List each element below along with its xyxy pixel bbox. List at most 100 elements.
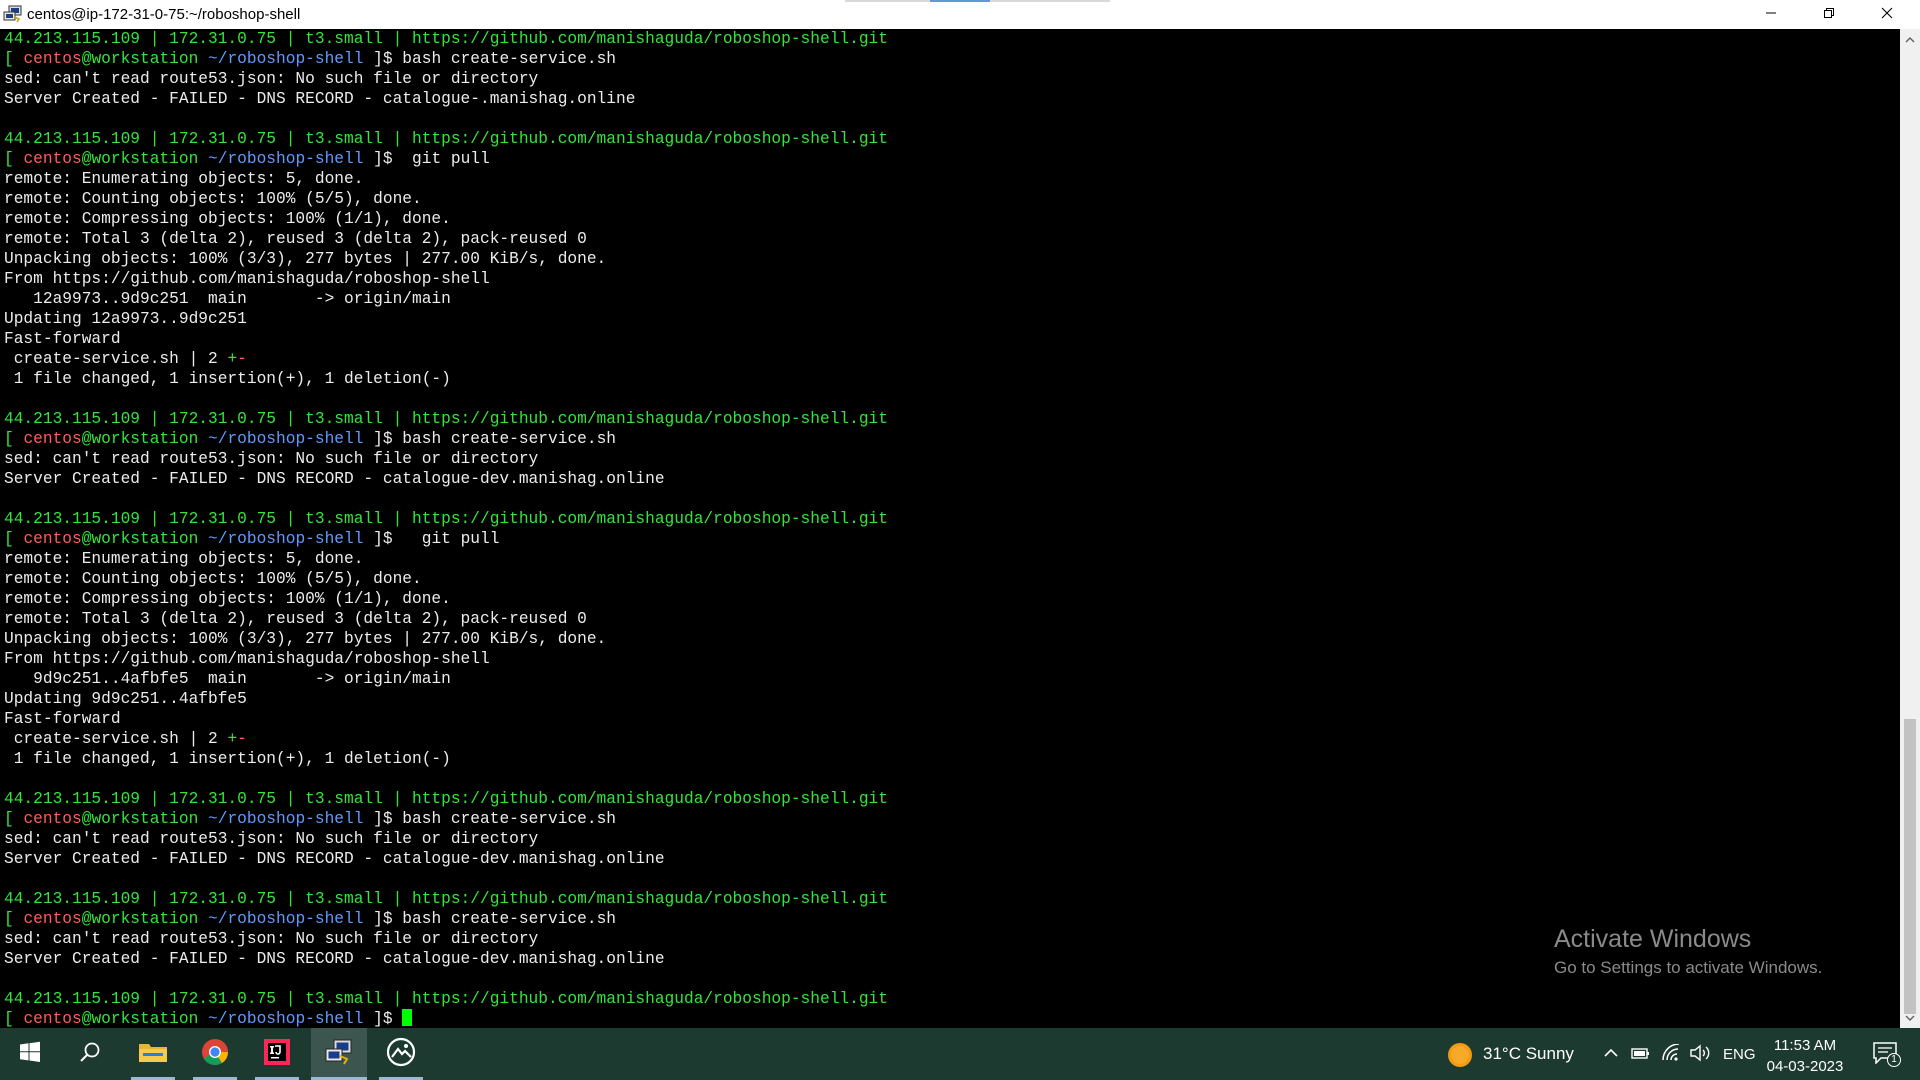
media-app-icon: [386, 1037, 416, 1072]
terminal-line: [ centos@workstation ~/roboshop-shell ]$: [4, 1009, 888, 1028]
terminal-line: sed: can't read route53.json: No such fi…: [4, 829, 888, 849]
terminal-line: remote: Enumerating objects: 5, done.: [4, 169, 888, 189]
terminal-line: Unpacking objects: 100% (3/3), 277 bytes…: [4, 249, 888, 269]
terminal-text: ]$ bash create-service.sh: [363, 430, 617, 448]
terminal-text: ~/roboshop-shell: [198, 430, 364, 448]
vertical-scrollbar[interactable]: [1900, 29, 1920, 1028]
terminal-text: @workstation: [81, 810, 199, 828]
search-button[interactable]: [60, 1028, 120, 1080]
scrollbar-thumb[interactable]: [1904, 719, 1916, 1014]
terminal-text: Updating 9d9c251..4afbfe5: [4, 690, 247, 708]
terminal-line: Fast-forward: [4, 329, 888, 349]
terminal-text: remote: Enumerating objects: 5, done.: [4, 170, 364, 188]
terminal-text: remote: Total 3 (delta 2), reused 3 (del…: [4, 610, 587, 628]
chrome-button[interactable]: [187, 1028, 243, 1080]
terminal-text: 44.213.115.109 | 172.31.0.75 | t3.small …: [4, 990, 888, 1008]
close-button[interactable]: [1858, 0, 1916, 29]
terminal-text: [: [4, 810, 24, 828]
terminal-text: [: [4, 1010, 24, 1028]
terminal-text: remote: Counting objects: 100% (5/5), do…: [4, 190, 422, 208]
minimize-button[interactable]: [1742, 0, 1800, 29]
terminal-line: Updating 9d9c251..4afbfe5: [4, 689, 888, 709]
weather-widget[interactable]: 31°C Sunny: [1483, 1028, 1574, 1080]
terminal-line: create-service.sh | 2 +-: [4, 349, 888, 369]
system-clock[interactable]: 11:53 AM 04-03-2023: [1760, 1035, 1850, 1077]
terminal-text: 1 file changed, 1 insertion(+), 1 deleti…: [4, 750, 451, 768]
terminal-text: sed: can't read route53.json: No such fi…: [4, 70, 539, 88]
terminal-line: 44.213.115.109 | 172.31.0.75 | t3.small …: [4, 409, 888, 429]
terminal-text: Unpacking objects: 100% (3/3), 277 bytes…: [4, 250, 607, 268]
terminal-line: remote: Counting objects: 100% (5/5), do…: [4, 189, 888, 209]
terminal-text: centos: [23, 1010, 82, 1028]
terminal-text: 9d9c251..4afbfe5 main -> origin/main: [4, 670, 451, 688]
terminal-line: 44.213.115.109 | 172.31.0.75 | t3.small …: [4, 889, 888, 909]
restore-button[interactable]: [1800, 0, 1858, 29]
media-app-button[interactable]: [373, 1028, 429, 1080]
terminal-line: Server Created - FAILED - DNS RECORD - c…: [4, 949, 888, 969]
terminal-line: 44.213.115.109 | 172.31.0.75 | t3.small …: [4, 509, 888, 529]
activate-windows-watermark: Activate Windows Go to Settings to activ…: [1554, 925, 1822, 978]
terminal-line: remote: Compressing objects: 100% (1/1),…: [4, 589, 888, 609]
terminal-text: @workstation: [81, 150, 199, 168]
terminal-line: From https://github.com/manishaguda/robo…: [4, 649, 888, 669]
input-language[interactable]: ENG: [1723, 1028, 1756, 1080]
terminal-text: [: [4, 150, 24, 168]
terminal-line: Server Created - FAILED - DNS RECORD - c…: [4, 469, 888, 489]
terminal-text: @workstation: [81, 430, 199, 448]
terminal-line: sed: can't read route53.json: No such fi…: [4, 449, 888, 469]
intellij-button[interactable]: [249, 1028, 305, 1080]
terminal-cursor: [402, 1009, 413, 1026]
terminal-line: [ centos@workstation ~/roboshop-shell ]$…: [4, 529, 888, 549]
terminal-line: From https://github.com/manishaguda/robo…: [4, 269, 888, 289]
terminal-text: ~/roboshop-shell: [198, 50, 364, 68]
terminal-text: ]$ bash create-service.sh: [363, 810, 617, 828]
wifi-icon[interactable]: [1661, 1043, 1681, 1067]
terminal-line: 44.213.115.109 | 172.31.0.75 | t3.small …: [4, 129, 888, 149]
terminal-text: +: [227, 730, 238, 748]
terminal-text: Server Created - FAILED - DNS RECORD - c…: [4, 90, 636, 108]
terminal-line: Unpacking objects: 100% (3/3), 277 bytes…: [4, 629, 888, 649]
terminal-line: sed: can't read route53.json: No such fi…: [4, 929, 888, 949]
terminal-text: remote: Total 3 (delta 2), reused 3 (del…: [4, 230, 587, 248]
terminal-text: Unpacking objects: 100% (3/3), 277 bytes…: [4, 630, 607, 648]
terminal-output[interactable]: 44.213.115.109 | 172.31.0.75 | t3.small …: [0, 29, 1900, 1028]
window-title: centos@ip-172-31-0-75:~/roboshop-shell: [27, 6, 301, 23]
chevron-up-icon[interactable]: [1603, 1046, 1619, 1065]
windows-start-icon: [19, 1041, 41, 1068]
terminal-line: 1 file changed, 1 insertion(+), 1 deleti…: [4, 369, 888, 389]
terminal-text: 12a9973..9d9c251 main -> origin/main: [4, 290, 451, 308]
terminal-line: 44.213.115.109 | 172.31.0.75 | t3.small …: [4, 989, 888, 1009]
terminal-text: remote: Counting objects: 100% (5/5), do…: [4, 570, 422, 588]
file-explorer-button[interactable]: [125, 1028, 181, 1080]
notification-icon: 1: [1873, 1041, 1901, 1067]
scroll-up-button[interactable]: [1900, 31, 1920, 48]
terminal-line: [ centos@workstation ~/roboshop-shell ]$…: [4, 429, 888, 449]
notification-badge: 1: [1887, 1053, 1901, 1067]
start-button[interactable]: [0, 1028, 60, 1080]
clock-date: 04-03-2023: [1766, 1058, 1844, 1075]
terminal-line: create-service.sh | 2 +-: [4, 729, 888, 749]
terminal-text: [: [4, 910, 24, 928]
terminal-text: @workstation: [81, 530, 199, 548]
terminal-line: [ centos@workstation ~/roboshop-shell ]$…: [4, 49, 888, 69]
watermark-subtitle: Go to Settings to activate Windows.: [1554, 958, 1823, 977]
putty-taskbar-button[interactable]: [311, 1028, 367, 1080]
terminal-text: [: [4, 50, 24, 68]
terminal-text: sed: can't read route53.json: No such fi…: [4, 450, 539, 468]
terminal-line: 12a9973..9d9c251 main -> origin/main: [4, 289, 888, 309]
terminal-lines: 44.213.115.109 | 172.31.0.75 | t3.small …: [4, 29, 888, 1028]
terminal-text: Server Created - FAILED - DNS RECORD - c…: [4, 950, 665, 968]
terminal-text: From https://github.com/manishaguda/robo…: [4, 650, 490, 668]
scroll-down-button[interactable]: [1900, 1009, 1920, 1026]
intellij-icon: [264, 1038, 290, 1070]
terminal-text: 44.213.115.109 | 172.31.0.75 | t3.small …: [4, 130, 888, 148]
notification-center-button[interactable]: 1: [1862, 1028, 1912, 1080]
terminal-line: remote: Total 3 (delta 2), reused 3 (del…: [4, 609, 888, 629]
battery-icon[interactable]: [1631, 1045, 1651, 1066]
terminal-text: sed: can't read route53.json: No such fi…: [4, 930, 539, 948]
volume-icon[interactable]: [1689, 1044, 1711, 1067]
terminal-text: 44.213.115.109 | 172.31.0.75 | t3.small …: [4, 410, 888, 428]
window-titlebar[interactable]: centos@ip-172-31-0-75:~/roboshop-shell: [0, 0, 1920, 29]
